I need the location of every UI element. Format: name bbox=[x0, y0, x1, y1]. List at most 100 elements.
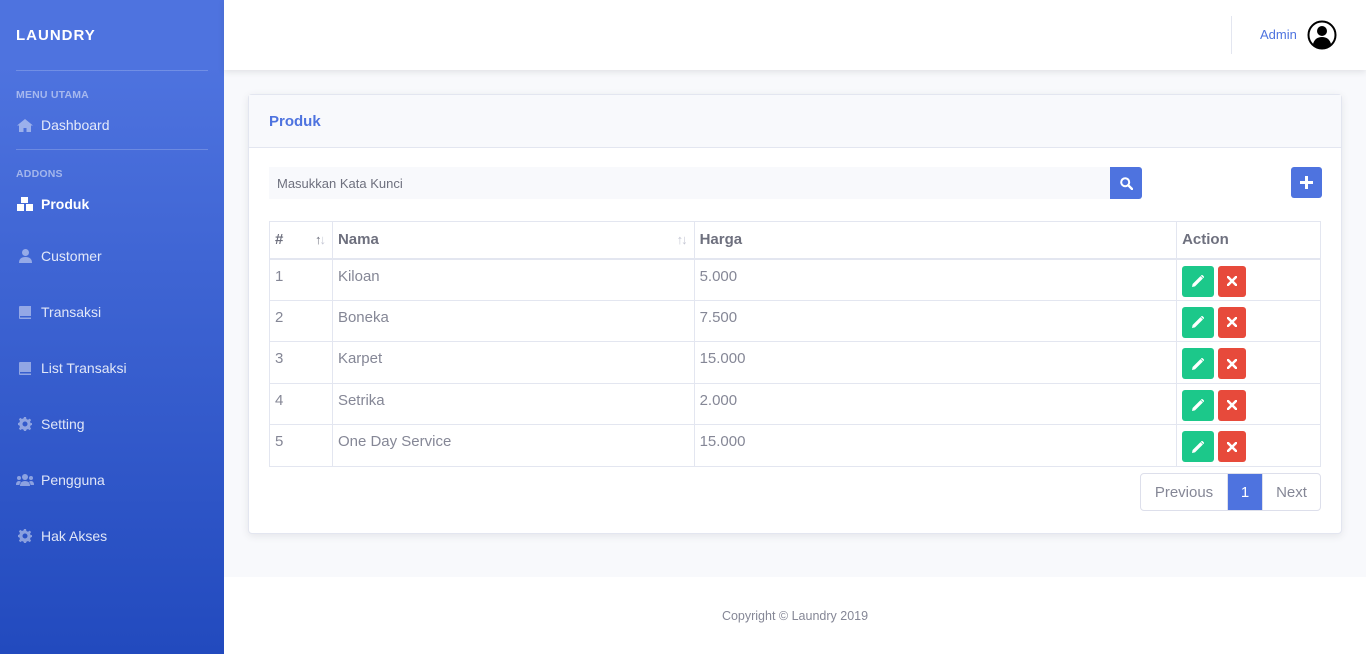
gear-icon bbox=[16, 417, 34, 431]
edit-button[interactable] bbox=[1182, 348, 1215, 380]
delete-button[interactable] bbox=[1218, 265, 1247, 297]
user-name[interactable]: Admin bbox=[1260, 27, 1297, 42]
cell-number: 2 bbox=[269, 299, 333, 343]
cell-action bbox=[1176, 424, 1321, 467]
column-header-action: Action bbox=[1176, 221, 1321, 260]
pagination: Previous 1 Next bbox=[1140, 473, 1321, 511]
sidebar-item-label: Pengguna bbox=[41, 472, 105, 488]
pencil-icon bbox=[1192, 357, 1205, 370]
delete-button[interactable] bbox=[1218, 348, 1247, 380]
sidebar-item-setting[interactable]: Setting bbox=[0, 396, 224, 452]
cell-harga: 15.000 bbox=[693, 341, 1178, 384]
close-icon bbox=[1227, 400, 1238, 411]
sidebar-item-label: Hak Akses bbox=[41, 528, 108, 544]
cell-nama: Setrika bbox=[331, 382, 695, 426]
edit-button[interactable] bbox=[1182, 306, 1215, 338]
edit-button[interactable] bbox=[1182, 265, 1215, 297]
sidebar-heading-main: MENU UTAMA bbox=[16, 89, 89, 101]
sidebar-item-hak-akses[interactable]: Hak Akses bbox=[0, 508, 224, 564]
plus-icon bbox=[1300, 176, 1313, 189]
add-product-button[interactable] bbox=[1291, 167, 1322, 198]
sidebar-item-list-transaksi[interactable]: List Transaksi bbox=[0, 340, 224, 396]
gear-icon bbox=[16, 529, 34, 543]
sort-icon: ↑↓ bbox=[676, 232, 688, 247]
cell-nama: Karpet bbox=[331, 341, 695, 384]
cell-harga: 7.500 bbox=[693, 299, 1178, 343]
sidebar-item-transaksi[interactable]: Transaksi bbox=[0, 284, 224, 340]
cell-harga: 15.000 bbox=[693, 424, 1178, 467]
sidebar-item-label: List Transaksi bbox=[41, 360, 127, 376]
footer: Copyright © Laundry 2019 bbox=[224, 577, 1366, 654]
cell-nama: One Day Service bbox=[331, 424, 695, 467]
sidebar-item-dashboard[interactable]: Dashboard bbox=[0, 101, 224, 149]
produk-card: Produk # ↑↓ Nama ↑↓ Harga Action 1 bbox=[248, 94, 1342, 534]
cell-action bbox=[1176, 258, 1321, 301]
close-icon bbox=[1227, 441, 1238, 452]
cell-number: 3 bbox=[269, 341, 333, 384]
home-icon bbox=[16, 118, 34, 132]
delete-button[interactable] bbox=[1218, 389, 1247, 421]
column-header-nama[interactable]: Nama ↑↓ bbox=[331, 221, 695, 260]
cell-harga: 2.000 bbox=[693, 382, 1178, 426]
card-title: Produk bbox=[249, 95, 1341, 148]
table-header-row: # ↑↓ Nama ↑↓ Harga Action bbox=[269, 221, 1321, 260]
pagination-next-button[interactable]: Next bbox=[1262, 474, 1320, 510]
cell-nama: Boneka bbox=[331, 299, 695, 343]
search-button[interactable] bbox=[1110, 167, 1142, 199]
table-row: 2 Boneka 7.500 bbox=[269, 299, 1321, 343]
close-icon bbox=[1227, 358, 1238, 369]
sidebar-item-label: Produk bbox=[41, 196, 90, 212]
pencil-icon bbox=[1192, 440, 1205, 453]
cell-number: 1 bbox=[269, 258, 333, 301]
users-icon bbox=[16, 473, 34, 487]
copyright-text: Copyright © Laundry 2019 bbox=[721, 608, 869, 623]
sidebar-item-pengguna[interactable]: Pengguna bbox=[0, 452, 224, 508]
column-header-number[interactable]: # ↑↓ bbox=[269, 221, 333, 260]
close-icon bbox=[1227, 276, 1238, 286]
book-icon bbox=[16, 305, 34, 319]
pagination-page-button[interactable]: 1 bbox=[1228, 474, 1262, 510]
boxes-icon bbox=[16, 197, 34, 211]
search-bar bbox=[269, 167, 1142, 199]
sidebar: LAUNDRY MENU UTAMA Dashboard ADDONS Prod… bbox=[0, 0, 224, 654]
sidebar-item-label: Setting bbox=[41, 416, 85, 432]
sidebar-item-produk[interactable]: Produk bbox=[0, 180, 224, 228]
table-row: 1 Kiloan 5.000 bbox=[269, 258, 1321, 301]
cell-nama: Kiloan bbox=[331, 258, 695, 301]
pagination-previous-button[interactable]: Previous bbox=[1141, 474, 1228, 510]
book-icon bbox=[16, 361, 34, 375]
edit-button[interactable] bbox=[1182, 389, 1215, 421]
cell-action bbox=[1176, 341, 1321, 384]
pencil-icon bbox=[1192, 275, 1205, 287]
sidebar-item-customer[interactable]: Customer bbox=[0, 228, 224, 284]
search-input[interactable] bbox=[269, 167, 1110, 199]
header-label: # bbox=[275, 231, 284, 249]
products-table: # ↑↓ Nama ↑↓ Harga Action 1 Kiloan 5.000 2… bbox=[269, 221, 1321, 467]
sidebar-item-label: Dashboard bbox=[41, 117, 110, 133]
brand-logo[interactable]: LAUNDRY bbox=[0, 0, 224, 70]
cell-action bbox=[1176, 382, 1321, 426]
user-icon bbox=[16, 249, 34, 263]
sort-icon: ↑↓ bbox=[314, 232, 326, 247]
column-header-harga[interactable]: Harga bbox=[693, 221, 1178, 260]
table-row: 3 Karpet 15.000 bbox=[269, 341, 1321, 384]
table-row: 5 One Day Service 15.000 bbox=[269, 424, 1321, 467]
close-icon bbox=[1227, 317, 1238, 328]
cell-number: 4 bbox=[269, 382, 333, 426]
header-label: Nama bbox=[337, 231, 379, 249]
cell-action bbox=[1176, 299, 1321, 343]
topbar-divider bbox=[1231, 16, 1232, 54]
cell-number: 5 bbox=[269, 424, 333, 467]
sidebar-item-label: Transaksi bbox=[41, 304, 102, 320]
pencil-icon bbox=[1192, 399, 1205, 412]
topbar: Admin bbox=[224, 0, 1366, 70]
delete-button[interactable] bbox=[1218, 306, 1247, 338]
sidebar-heading-addons: ADDONS bbox=[16, 168, 63, 180]
table-row: 4 Setrika 2.000 bbox=[269, 382, 1321, 426]
edit-button[interactable] bbox=[1182, 431, 1215, 463]
user-circle-icon[interactable] bbox=[1307, 20, 1337, 50]
delete-button[interactable] bbox=[1218, 431, 1247, 463]
cell-harga: 5.000 bbox=[693, 258, 1178, 301]
sidebar-item-label: Customer bbox=[41, 248, 102, 264]
pencil-icon bbox=[1192, 316, 1205, 329]
